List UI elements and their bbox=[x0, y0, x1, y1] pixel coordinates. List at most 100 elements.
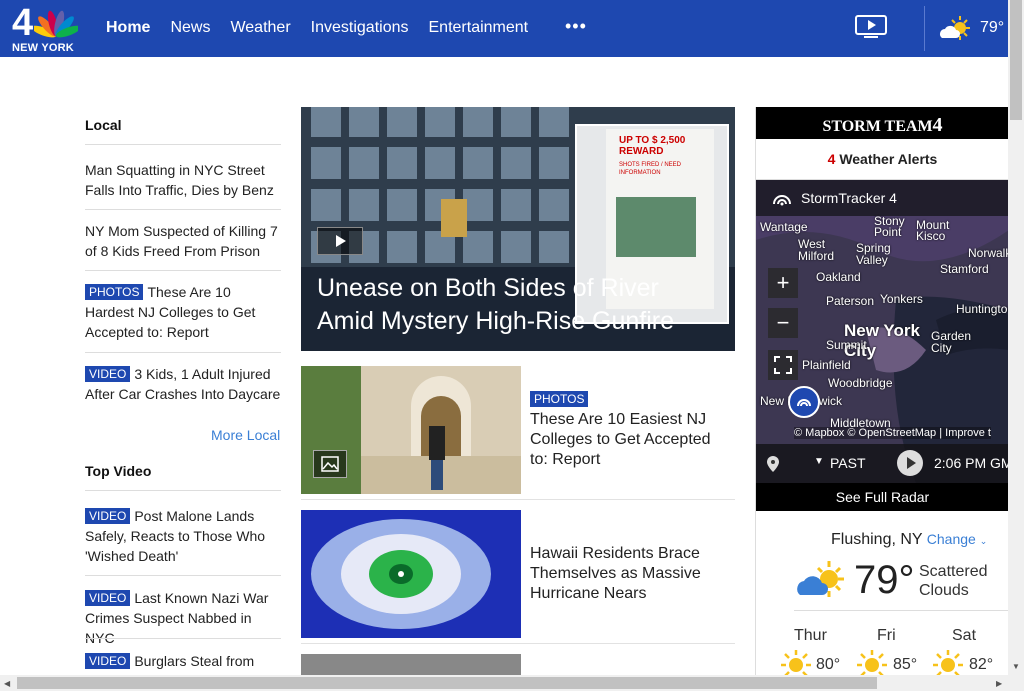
video-badge: VIDEO bbox=[85, 508, 131, 524]
map-label: Mount Kisco bbox=[916, 218, 950, 243]
divider bbox=[85, 575, 281, 576]
story-headline[interactable]: These Are 10 Easiest NJ Colleges to Get … bbox=[530, 411, 711, 468]
map-label: Oakland bbox=[816, 270, 861, 284]
logo-number: 4 bbox=[12, 2, 33, 44]
nav-weather[interactable]: Weather bbox=[230, 19, 290, 37]
tv-play-icon[interactable] bbox=[855, 15, 887, 39]
forecast-day: Thur bbox=[794, 627, 827, 644]
divider bbox=[85, 270, 281, 271]
chevron-down-icon: ⌄ bbox=[979, 536, 988, 546]
divider bbox=[794, 610, 1009, 611]
header-divider bbox=[924, 6, 925, 51]
logo-city: NEW YORK bbox=[12, 42, 74, 54]
horizontal-scroll-thumb[interactable] bbox=[17, 677, 877, 689]
storm-team-4-banner[interactable]: STORM TEAM4 bbox=[756, 107, 1009, 139]
nbc-location-marker[interactable] bbox=[788, 386, 820, 418]
photo-gallery-icon bbox=[313, 450, 347, 478]
list-item[interactable]: Man Squatting in NYC Street Falls Into T… bbox=[85, 160, 281, 200]
radar-playback-bar: ▼ PAST 2:06 PM GM bbox=[756, 444, 1009, 483]
radar-map[interactable]: StormTracker 4 Wantage Stony Point Mount… bbox=[756, 180, 1009, 483]
zoom-out-button[interactable]: − bbox=[768, 308, 798, 338]
story-thumbnail[interactable] bbox=[301, 654, 521, 675]
partly-sunny-icon[interactable] bbox=[938, 14, 974, 44]
nav-investigations[interactable]: Investigations bbox=[311, 19, 409, 37]
fullscreen-button[interactable] bbox=[768, 350, 798, 380]
video-badge: VIDEO bbox=[85, 590, 131, 606]
scroll-right-arrow-icon[interactable]: ▶ bbox=[996, 679, 1002, 688]
map-attribution[interactable]: © Mapbox © OpenStreetMap | Improve t bbox=[794, 427, 991, 439]
list-item[interactable]: PHOTOS These Are 10 Hardest NJ Colleges t… bbox=[85, 282, 281, 342]
nav-news[interactable]: News bbox=[170, 19, 210, 37]
local-section-title[interactable]: Local bbox=[85, 117, 122, 133]
list-item-text: Burglars Steal from bbox=[134, 653, 255, 669]
forecast-day: Sat bbox=[952, 627, 977, 644]
map-label: Garden City bbox=[931, 329, 972, 355]
map-label: Huntington bbox=[956, 302, 1009, 316]
list-item[interactable]: NY Mom Suspected of Killing 7 of 8 Kids … bbox=[85, 221, 281, 261]
stormtracker-icon bbox=[773, 195, 791, 206]
divider bbox=[85, 490, 281, 491]
map-label: Spring Valley bbox=[856, 241, 891, 267]
story-card[interactable]: PHOTOS These Are 10 Easiest NJ Colleges … bbox=[301, 366, 735, 494]
divider bbox=[301, 643, 735, 644]
hero-story[interactable]: UP TO $ 2,500 REWARD SHOTS FIRED / NEED … bbox=[301, 107, 735, 351]
forecast-day: Fri bbox=[877, 627, 896, 644]
radar-play-button[interactable] bbox=[897, 450, 923, 476]
map-label: West Milford bbox=[798, 237, 835, 263]
top-video-section-title[interactable]: Top Video bbox=[85, 463, 151, 479]
photos-badge: PHOTOS bbox=[85, 284, 144, 300]
list-item[interactable]: VIDEO Last Known Nazi War Crimes Suspect … bbox=[85, 588, 281, 648]
reward-sign-subtext: SHOTS FIRED / NEED INFORMATION bbox=[619, 162, 682, 176]
forecast-temp: 80° bbox=[816, 656, 841, 673]
weather-widget: STORM TEAM4 4 Weather Alerts StormTracke… bbox=[755, 107, 1009, 680]
chevron-down-icon[interactable]: ▼ bbox=[814, 456, 824, 467]
more-local-link[interactable]: More Local bbox=[211, 427, 280, 443]
list-item[interactable]: VIDEO Post Malone Lands Safely, Reacts to… bbox=[85, 506, 281, 566]
hero-title[interactable]: Unease on Both Sides of River Amid Myste… bbox=[317, 272, 717, 338]
story-headline[interactable]: Hawaii Residents Brace Themselves as Mas… bbox=[530, 544, 730, 604]
partly-sunny-icon bbox=[797, 561, 844, 597]
nav-home[interactable]: Home bbox=[106, 19, 150, 37]
scroll-left-arrow-icon[interactable]: ◀ bbox=[4, 679, 10, 688]
current-temperature: 79° bbox=[854, 558, 915, 602]
map-label: Plainfield bbox=[802, 358, 851, 372]
story-text: PHOTOS These Are 10 Easiest NJ Colleges … bbox=[530, 390, 730, 470]
play-icon bbox=[907, 457, 916, 469]
zoom-in-button[interactable]: + bbox=[768, 268, 798, 298]
story-card[interactable]: Hawaii Residents Brace Themselves as Mas… bbox=[301, 510, 735, 638]
change-location-link[interactable]: Change ⌄ bbox=[927, 531, 987, 547]
more-nav-button[interactable]: ••• bbox=[565, 16, 587, 37]
divider bbox=[301, 499, 735, 500]
map-label: Paterson bbox=[826, 294, 875, 308]
video-play-button[interactable] bbox=[317, 227, 363, 255]
location-pin-icon[interactable] bbox=[766, 455, 780, 473]
see-full-radar-button[interactable]: See Full Radar bbox=[756, 483, 1009, 511]
change-label: Change bbox=[926, 531, 976, 547]
current-condition: Scattered Clouds bbox=[919, 563, 988, 599]
weather-alerts-link[interactable]: 4 Weather Alerts bbox=[756, 139, 1009, 180]
scroll-down-arrow-icon[interactable]: ▼ bbox=[1012, 662, 1020, 671]
list-item-text: Man Squatting in NYC Street Falls Into T… bbox=[85, 162, 274, 198]
alerts-count: 4 bbox=[827, 151, 836, 167]
map-label: Wantage bbox=[760, 220, 808, 234]
divider bbox=[85, 144, 281, 145]
map-label: Yonkers bbox=[880, 292, 923, 306]
vertical-scroll-thumb[interactable] bbox=[1010, 0, 1022, 120]
list-item[interactable]: VIDEO 3 Kids, 1 Adult Injured After Car C… bbox=[85, 364, 281, 404]
past-label[interactable]: PAST bbox=[830, 455, 866, 471]
alerts-label: Weather Alerts bbox=[839, 151, 938, 167]
story-thumbnail[interactable] bbox=[301, 510, 521, 638]
location-name: Flushing, NY bbox=[831, 531, 923, 548]
story-thumbnail[interactable] bbox=[301, 366, 521, 494]
radar-time: 2:06 PM GM bbox=[934, 455, 1009, 471]
divider bbox=[85, 638, 281, 639]
stormtracker-bar: StormTracker 4 bbox=[756, 180, 1009, 216]
reward-sign-text: UP TO $ 2,500 REWARD bbox=[619, 135, 686, 157]
list-item[interactable]: VIDEO Burglars Steal from bbox=[85, 651, 281, 671]
nav-entertainment[interactable]: Entertainment bbox=[429, 19, 529, 37]
divider bbox=[85, 209, 281, 210]
header-temperature[interactable]: 79° bbox=[980, 19, 1004, 37]
map-label: Stamford bbox=[940, 262, 989, 276]
nbc-4-logo[interactable]: 4 NEW YORK bbox=[10, 2, 80, 54]
map-label: Woodbridge bbox=[828, 376, 893, 390]
